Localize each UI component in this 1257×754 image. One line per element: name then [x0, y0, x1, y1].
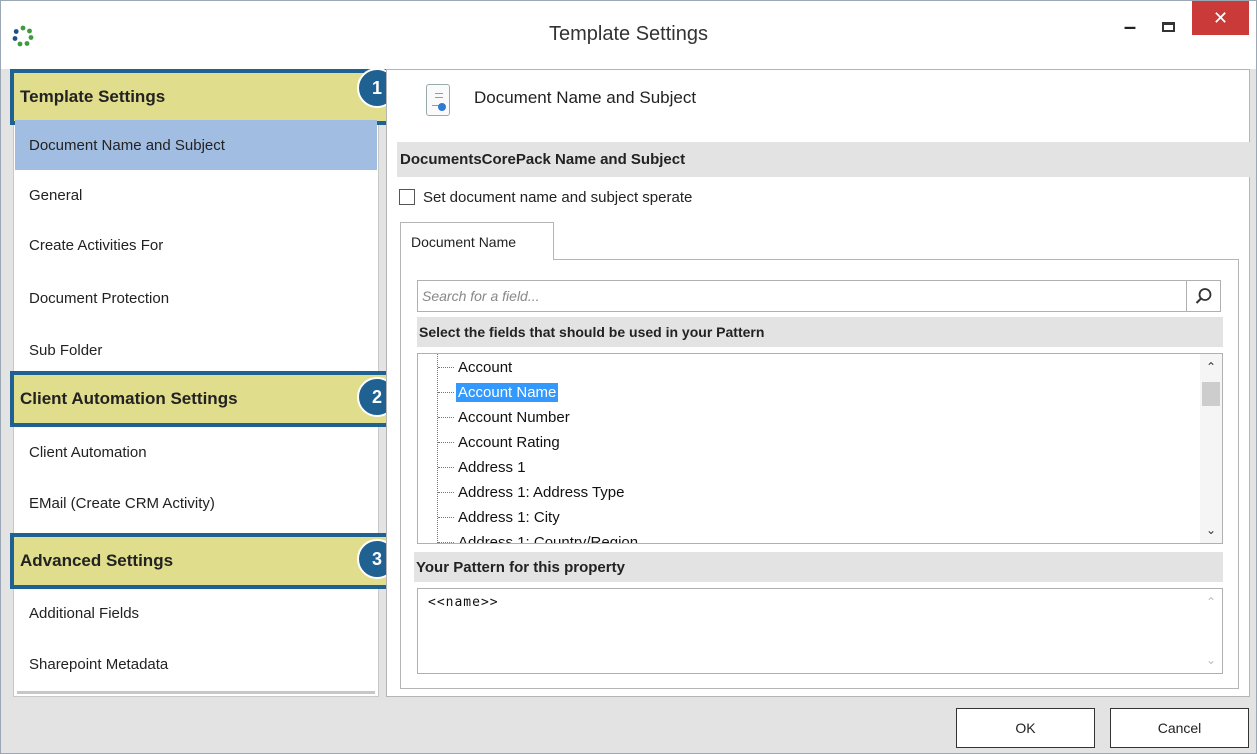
template-settings-window: Template Settings – ✕ Template Settings …	[0, 0, 1257, 754]
section-label: Client Automation Settings	[20, 389, 238, 408]
scroll-up-icon[interactable]: ⌃	[1200, 593, 1222, 611]
search-icon	[1195, 288, 1211, 304]
tab-content: Select the fields that should be used in…	[400, 259, 1239, 689]
close-button[interactable]: ✕	[1192, 1, 1249, 35]
scroll-down-icon[interactable]: ⌄	[1200, 521, 1222, 539]
sidebar-item-general[interactable]: General	[15, 170, 377, 220]
tree-scrollbar[interactable]: ⌃ ⌄	[1200, 354, 1222, 543]
section-advanced-settings[interactable]: Advanced Settings	[10, 533, 398, 589]
field-item[interactable]: Account Number	[438, 405, 572, 430]
sidebar-item-create-activities-for[interactable]: Create Activities For	[15, 220, 377, 270]
pattern-header: Your Pattern for this property	[414, 552, 1223, 582]
field-search-box	[417, 280, 1221, 312]
sidebar-item-client-automation[interactable]: Client Automation	[15, 427, 377, 477]
minimize-icon: –	[1123, 14, 1137, 39]
pattern-editor[interactable]: <<name>> ⌃ ⌄	[417, 588, 1223, 674]
section-client-automation-settings[interactable]: Client Automation Settings	[10, 371, 398, 427]
search-button[interactable]	[1186, 281, 1220, 311]
separate-name-subject-option[interactable]: Set document name and subject sperate	[399, 187, 692, 207]
sidebar-item-label: Additional Fields	[29, 604, 140, 622]
pattern-scrollbar[interactable]: ⌃ ⌄	[1200, 589, 1222, 673]
field-item-selected[interactable]: Account Name	[438, 380, 559, 405]
section-template-settings[interactable]: Template Settings	[10, 69, 398, 125]
sidebar-item-sharepoint-metadata[interactable]: Sharepoint Metadata	[15, 639, 377, 689]
sidebar-item-label: Sharepoint Metadata	[29, 655, 169, 673]
settings-panel: Document Name and Subject DocumentsCoreP…	[386, 69, 1250, 697]
cancel-button[interactable]: Cancel	[1110, 708, 1249, 748]
close-icon: ✕	[1212, 7, 1229, 28]
separate-name-subject-checkbox[interactable]	[399, 189, 415, 205]
checkbox-label: Set document name and subject sperate	[423, 188, 693, 206]
scroll-down-icon[interactable]: ⌄	[1200, 651, 1222, 669]
title-bar: Template Settings – ✕	[1, 1, 1256, 69]
sidebar-item-label: Create Activities For	[29, 236, 164, 254]
sidebar-item-email-create-crm-activity[interactable]: EMail (Create CRM Activity)	[15, 478, 377, 528]
sidebar-item-document-protection[interactable]: Document Protection	[15, 273, 377, 323]
window-title: Template Settings	[549, 23, 708, 45]
sidebar-divider	[17, 691, 375, 694]
field-item[interactable]: Address 1: Address Type	[438, 480, 627, 505]
fields-header: Select the fields that should be used in…	[417, 317, 1223, 347]
panel-title: Document Name and Subject	[474, 88, 697, 107]
field-item[interactable]: Address 1: Country/Region	[438, 530, 640, 543]
sidebar-item-label: Sub Folder	[29, 341, 103, 359]
field-tree: Account Account Name Account Number Acco…	[417, 353, 1223, 544]
field-item[interactable]: Address 1	[438, 455, 528, 480]
sidebar-item-additional-fields[interactable]: Additional Fields	[15, 588, 377, 638]
tab-document-name[interactable]: Document Name	[400, 222, 554, 260]
sidebar-item-label: Client Automation	[29, 443, 147, 461]
field-item[interactable]: Account Rating	[438, 430, 562, 455]
field-item[interactable]: Address 1: City	[438, 505, 562, 530]
pattern-value: <<name>>	[428, 595, 499, 610]
section-header: DocumentsCorePack Name and Subject	[397, 142, 1250, 177]
sidebar-item-label: Document Name and Subject	[29, 136, 225, 154]
section-label: Advanced Settings	[20, 551, 174, 570]
ok-button[interactable]: OK	[956, 708, 1095, 748]
search-input[interactable]	[418, 281, 1188, 311]
sidebar-item-label: General	[29, 186, 83, 204]
sidebar-item-sub-folder[interactable]: Sub Folder	[15, 325, 377, 375]
maximize-icon	[1161, 22, 1175, 32]
scroll-up-icon[interactable]: ⌃	[1200, 358, 1222, 376]
section-label: Template Settings	[20, 87, 166, 106]
sidebar-item-label: EMail (Create CRM Activity)	[29, 494, 215, 512]
document-settings-icon	[426, 84, 450, 116]
sidebar-item-document-name-and-subject[interactable]: Document Name and Subject	[15, 120, 377, 170]
scroll-thumb[interactable]	[1202, 382, 1220, 406]
maximize-button[interactable]	[1153, 11, 1183, 43]
settings-sidebar: Template Settings Document Name and Subj…	[10, 69, 398, 697]
sidebar-item-label: Document Protection	[29, 289, 170, 307]
minimize-button[interactable]: –	[1115, 11, 1145, 43]
field-item[interactable]: Account	[438, 355, 514, 380]
